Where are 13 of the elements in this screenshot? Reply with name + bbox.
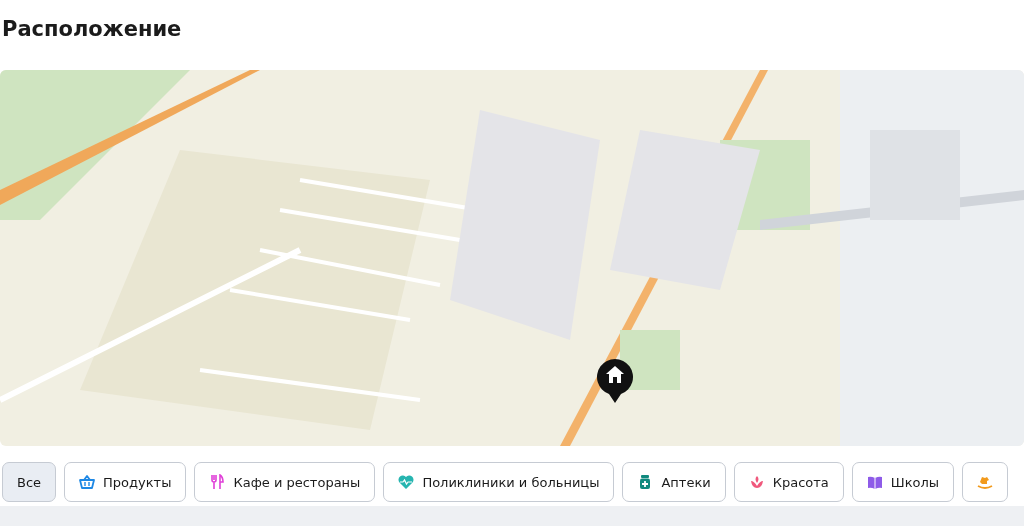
section-title: Расположение — [1, 16, 183, 43]
basket-icon — [79, 474, 96, 490]
filter-chip[interactable]: Красота — [733, 462, 844, 502]
filter-chip[interactable]: Все — [2, 462, 57, 502]
filter-chip[interactable]: Поликлиники и больницы — [383, 462, 615, 502]
fork-knife-icon — [209, 474, 226, 490]
book-icon — [866, 474, 883, 490]
filter-chip[interactable]: Продукты — [64, 462, 187, 502]
lotus-icon — [748, 474, 765, 490]
heart-pulse-icon — [398, 474, 415, 490]
filter-chip[interactable]: Кафе и рестораны — [194, 462, 376, 502]
filter-chip[interactable]: Аптеки — [622, 462, 726, 502]
filter-chip[interactable]: Школы — [851, 462, 955, 502]
